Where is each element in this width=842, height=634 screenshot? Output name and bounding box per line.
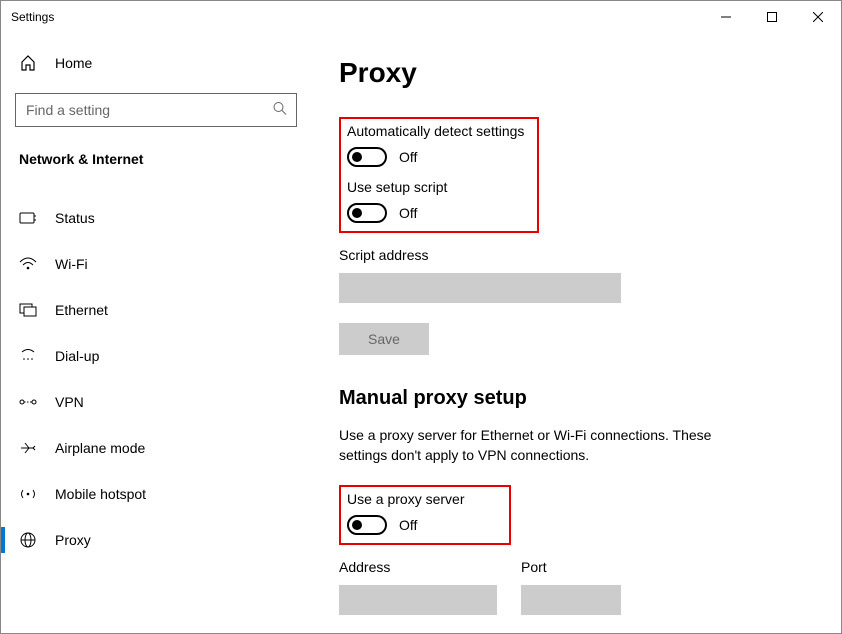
search-icon (273, 102, 287, 119)
main-content: Proxy Automatically detect settings Off … (311, 33, 841, 633)
use-proxy-state: Off (399, 517, 417, 533)
sidebar-item-airplane[interactable]: Airplane mode (1, 425, 311, 471)
home-icon (19, 55, 37, 71)
sidebar-item-label: Mobile hotspot (55, 486, 146, 502)
category-title: Network & Internet (1, 137, 311, 181)
highlight-auto-proxy: Automatically detect settings Off Use se… (339, 117, 539, 233)
sidebar-item-label: Proxy (55, 532, 91, 548)
sidebar-item-label: Ethernet (55, 302, 108, 318)
use-proxy-toggle[interactable] (347, 515, 387, 535)
use-script-state: Off (399, 205, 417, 221)
dialup-icon (19, 349, 37, 363)
sidebar: Home Network & Internet Status Wi-Fi (1, 33, 311, 633)
home-label: Home (55, 55, 92, 71)
maximize-button[interactable] (749, 1, 795, 33)
sidebar-item-status[interactable]: Status (1, 195, 311, 241)
port-input (521, 585, 621, 615)
address-input (339, 585, 497, 615)
sidebar-item-label: Wi-Fi (55, 256, 88, 272)
page-title: Proxy (339, 57, 813, 89)
sidebar-item-label: Status (55, 210, 95, 226)
sidebar-item-wifi[interactable]: Wi-Fi (1, 241, 311, 287)
sidebar-item-label: Airplane mode (55, 440, 145, 456)
wifi-icon (19, 257, 37, 271)
vpn-icon (19, 395, 37, 409)
sidebar-item-label: VPN (55, 394, 84, 410)
sidebar-item-proxy[interactable]: Proxy (1, 517, 311, 563)
home-nav[interactable]: Home (1, 43, 311, 83)
minimize-button[interactable] (703, 1, 749, 33)
ethernet-icon (19, 303, 37, 317)
window-title: Settings (11, 10, 703, 24)
manual-proxy-desc: Use a proxy server for Ethernet or Wi-Fi… (339, 426, 759, 465)
use-script-toggle[interactable] (347, 203, 387, 223)
hotspot-icon (19, 487, 37, 501)
auto-detect-label: Automatically detect settings (347, 123, 527, 139)
sidebar-item-vpn[interactable]: VPN (1, 379, 311, 425)
airplane-icon (19, 441, 37, 455)
sidebar-item-hotspot[interactable]: Mobile hotspot (1, 471, 311, 517)
auto-detect-toggle[interactable] (347, 147, 387, 167)
use-script-label: Use setup script (347, 179, 527, 195)
close-button[interactable] (795, 1, 841, 33)
search-input[interactable] (15, 93, 297, 127)
save-button: Save (339, 323, 429, 355)
globe-icon (19, 532, 37, 548)
manual-proxy-title: Manual proxy setup (339, 387, 813, 410)
title-bar: Settings (1, 1, 841, 33)
use-proxy-label: Use a proxy server (347, 491, 499, 507)
sidebar-item-label: Dial-up (55, 348, 99, 364)
auto-detect-state: Off (399, 149, 417, 165)
address-label: Address (339, 559, 497, 575)
highlight-use-proxy: Use a proxy server Off (339, 485, 511, 545)
status-icon (19, 211, 37, 225)
sidebar-item-ethernet[interactable]: Ethernet (1, 287, 311, 333)
sidebar-item-dialup[interactable]: Dial-up (1, 333, 311, 379)
window-controls (703, 1, 841, 33)
script-address-label: Script address (339, 247, 813, 263)
port-label: Port (521, 559, 621, 575)
script-address-input (339, 273, 621, 303)
